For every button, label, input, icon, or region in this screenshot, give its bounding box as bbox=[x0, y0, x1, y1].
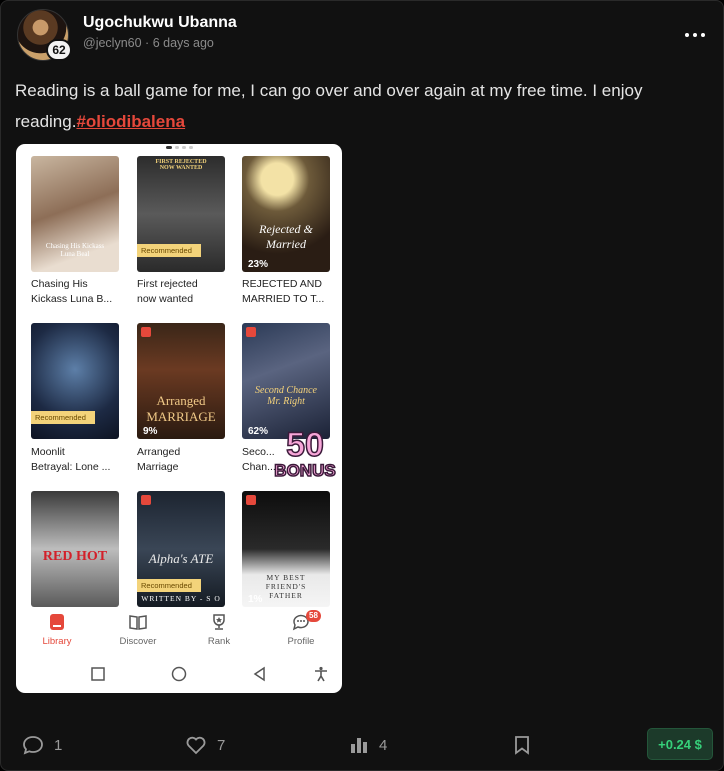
book-title: Moonlit Betrayal: Lone ... bbox=[31, 446, 111, 473]
more-options-icon[interactable] bbox=[683, 23, 707, 47]
hashtag-link[interactable]: #oliodibalena bbox=[76, 112, 185, 131]
trophy-icon bbox=[213, 614, 225, 630]
cover-title: Chasing His Kickass Luna Beal bbox=[45, 242, 105, 258]
recommended-badge: Recommended bbox=[31, 411, 95, 424]
publisher-logo-icon bbox=[246, 495, 256, 505]
user-handle[interactable]: @jeclyn60 bbox=[83, 36, 142, 50]
book-title: Arranged Marriage bbox=[137, 446, 181, 473]
book-title: REJECTED AND MARRIED TO T... bbox=[242, 278, 325, 305]
cover-title: Alpha's ATE bbox=[148, 551, 214, 566]
bookmark-icon bbox=[515, 736, 529, 755]
heart-icon bbox=[186, 736, 206, 755]
comment-count: 1 bbox=[54, 736, 63, 754]
view-count: 4 bbox=[379, 736, 388, 754]
publisher-logo-icon bbox=[141, 495, 151, 505]
reading-progress: 62% bbox=[248, 426, 269, 437]
nav-label: Profile bbox=[287, 636, 315, 647]
book-cover[interactable]: RED HOT bbox=[31, 491, 119, 607]
system-nav-bar bbox=[16, 656, 342, 693]
book-open-icon bbox=[129, 615, 147, 630]
bonus-number: 50 bbox=[285, 426, 324, 464]
reading-progress: 1% bbox=[248, 594, 263, 605]
reading-progress: 9% bbox=[143, 426, 158, 437]
level-badge: 62 bbox=[46, 39, 72, 61]
nav-label: Rank bbox=[207, 636, 231, 647]
accessibility-icon[interactable] bbox=[313, 666, 329, 682]
post-image[interactable]: Chasing His Kickass Luna Beal Chasing Hi… bbox=[16, 144, 342, 693]
like-action[interactable]: 7 bbox=[185, 734, 225, 756]
back-icon[interactable] bbox=[252, 666, 268, 682]
recommended-badge: Recommended bbox=[137, 579, 201, 592]
cover-title: Second Chance Mr. Right bbox=[255, 385, 317, 407]
earnings-badge[interactable]: +0.24 $ bbox=[647, 728, 713, 760]
book-cover[interactable]: FIRST REJECTED NOW WANTED Recommended bbox=[137, 156, 225, 272]
publisher-logo-icon bbox=[141, 327, 151, 337]
recommended-badge: Recommended bbox=[137, 244, 201, 257]
nav-label: Library bbox=[42, 636, 72, 647]
book-title: Chasing His Kickass Luna B... bbox=[31, 278, 113, 305]
like-count: 7 bbox=[217, 736, 226, 754]
bar-chart-icon bbox=[351, 738, 367, 753]
publisher-logo-icon bbox=[246, 327, 256, 337]
cover-author: WRITTEN BY - S O bbox=[141, 594, 221, 603]
recent-apps-icon[interactable] bbox=[90, 666, 106, 682]
reading-progress: 23% bbox=[248, 259, 269, 270]
nav-label: Discover bbox=[119, 636, 157, 647]
views-action[interactable]: 4 bbox=[349, 734, 387, 756]
user-name[interactable]: Ugochukwu Ubanna bbox=[83, 14, 237, 32]
post-time: 6 days ago bbox=[152, 36, 214, 50]
book-cover[interactable]: Rejected & Married 23% bbox=[242, 156, 330, 272]
post-card: 62 Ugochukwu Ubanna @jeclyn60 · 6 days a… bbox=[0, 0, 724, 771]
cover-title: Rejected & Married bbox=[259, 222, 313, 251]
book-cover[interactable]: Arranged MARRIAGE 9% bbox=[137, 323, 225, 439]
cover-title: FIRST REJECTED NOW WANTED bbox=[155, 159, 207, 171]
book-title: First rejected now wanted bbox=[137, 278, 198, 305]
book-cover[interactable]: Second Chance Mr. Right 62% bbox=[242, 323, 330, 439]
meta-separator: · bbox=[145, 36, 150, 50]
app-bottom-nav: Library Discover Rank 58 Profile bbox=[16, 610, 342, 650]
cover-title: Arranged MARRIAGE bbox=[146, 393, 216, 424]
book-cover[interactable]: MY BEST FRIEND'S FATHER 1% bbox=[242, 491, 330, 607]
library-icon bbox=[50, 614, 64, 630]
carousel-dots bbox=[166, 146, 193, 149]
home-icon[interactable] bbox=[171, 666, 187, 682]
book-cover[interactable]: Chasing His Kickass Luna Beal bbox=[31, 156, 119, 272]
post-text: Reading is a ball game for me, I can go … bbox=[15, 75, 715, 137]
bonus-stamp: 50 BONUS bbox=[269, 426, 341, 488]
book-cover[interactable]: Recommended bbox=[31, 323, 119, 439]
notification-badge: 58 bbox=[306, 610, 321, 622]
cover-title: RED HOT bbox=[42, 549, 108, 564]
comment-icon bbox=[23, 736, 43, 755]
bonus-word: BONUS bbox=[274, 461, 337, 481]
comment-action[interactable]: 1 bbox=[22, 734, 62, 756]
bookmark-action[interactable] bbox=[513, 734, 531, 756]
book-cover[interactable]: Alpha's ATE Recommended WRITTEN BY - S O bbox=[137, 491, 225, 607]
post-meta: @jeclyn60 · 6 days ago bbox=[83, 36, 214, 50]
